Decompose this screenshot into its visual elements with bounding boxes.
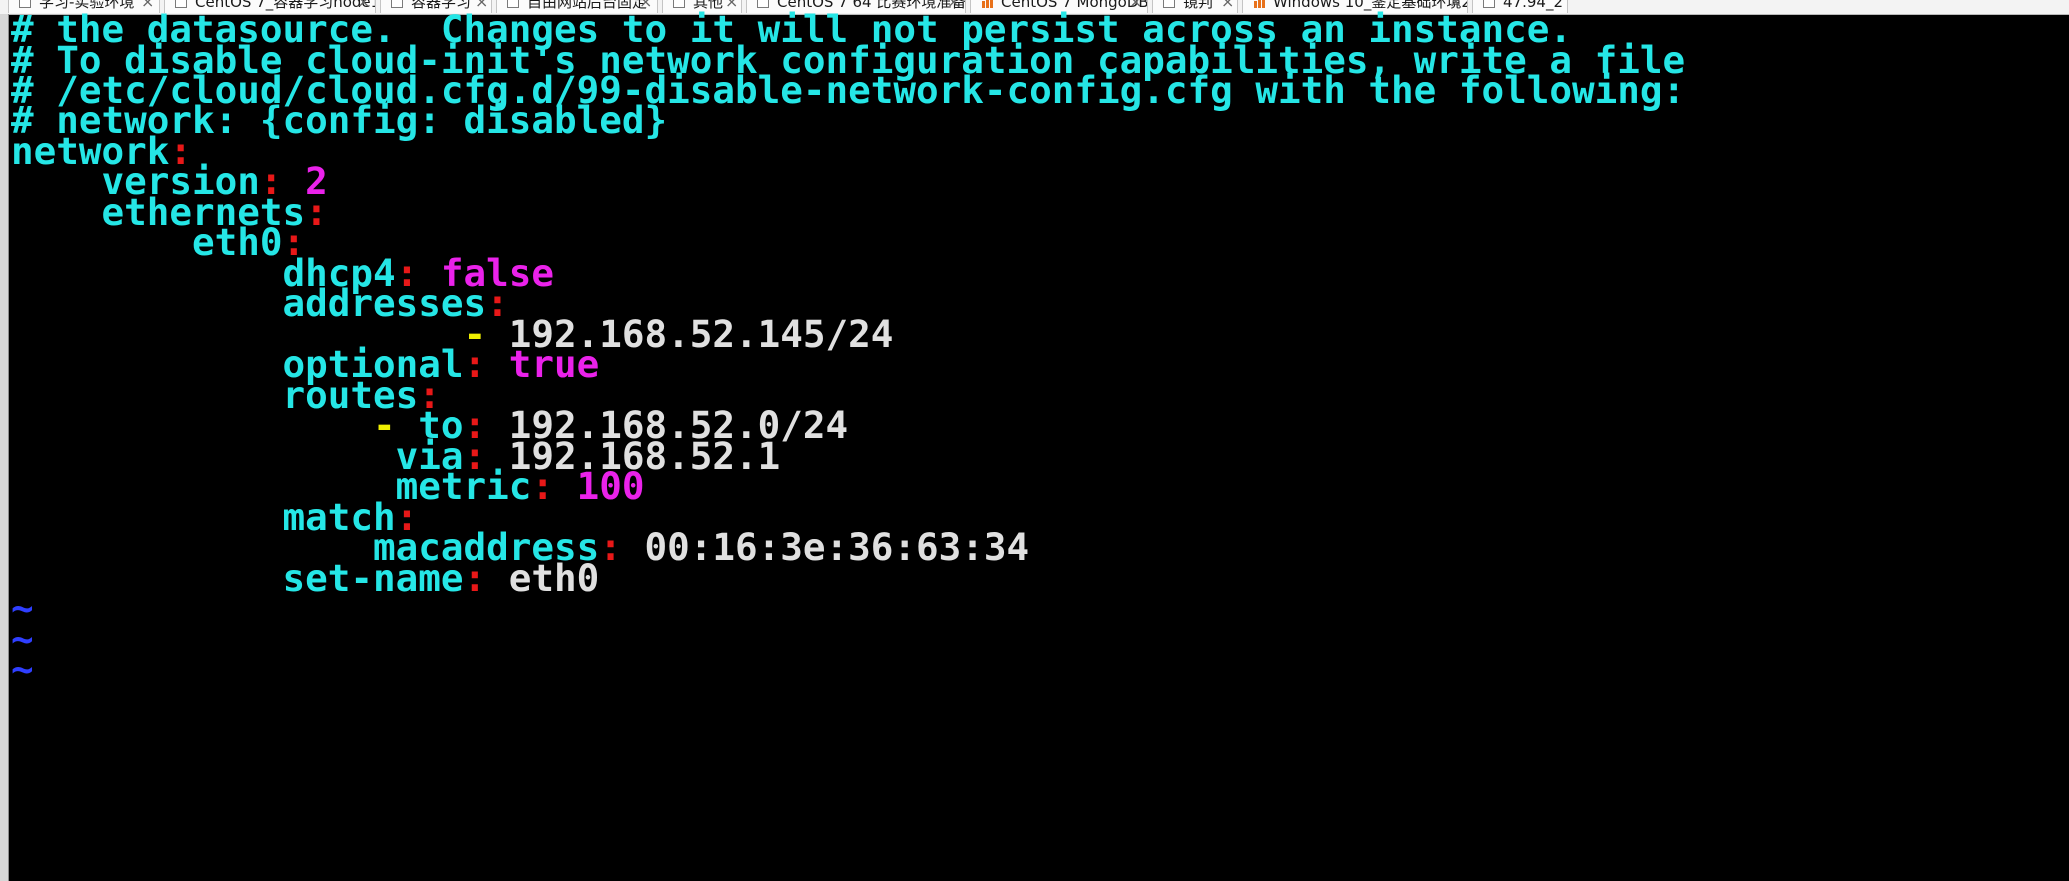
yaml-string-value: 00:16:3e:36:63:34 <box>644 525 1030 569</box>
yaml-colon: : <box>463 556 487 600</box>
yaml-colon: : <box>599 525 622 569</box>
yaml-colon: : <box>531 464 554 508</box>
empty-line-marker: ~ <box>11 647 34 691</box>
yaml-colon: : <box>463 342 487 386</box>
yaml-line-set-name: set-name: eth0 <box>11 556 600 600</box>
window-left-border <box>0 14 9 881</box>
yaml-colon: : <box>305 190 328 234</box>
yaml-key: set-name <box>282 556 464 600</box>
terminal-window: 学习-实验环境 × CentOS 7_容器学习node1 × 容器学习 × 自由… <box>0 0 2069 881</box>
yaml-boolean-value: true <box>508 342 600 386</box>
yaml-number-value: 100 <box>576 464 645 508</box>
vim-editor[interactable]: # the datasource. Changes to it will not… <box>11 9 2063 881</box>
yaml-string-value: eth0 <box>508 556 600 600</box>
